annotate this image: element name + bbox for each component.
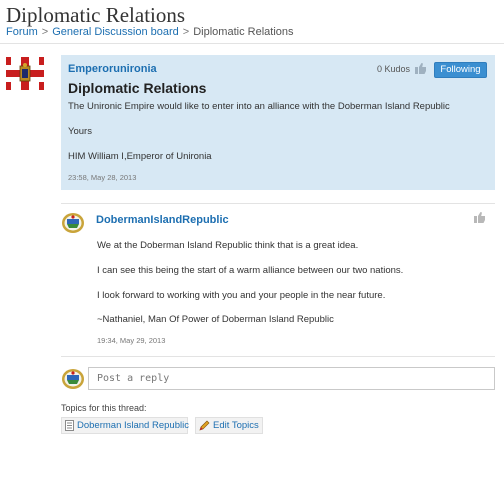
thumbs-up-icon[interactable] — [414, 62, 427, 75]
breadcrumb-separator: > — [41, 26, 49, 38]
breadcrumb-current: Diplomatic Relations — [193, 26, 294, 38]
post-body-line: Yours — [68, 126, 92, 137]
breadcrumb-board-link[interactable]: General Discussion board — [52, 26, 179, 38]
post-subject: Diplomatic Relations — [68, 80, 207, 96]
current-user-avatar — [62, 369, 84, 389]
edit-topics-button[interactable]: Edit Topics — [195, 417, 263, 434]
reply-post: DobermanIslandRepublic We at the Doberma… — [61, 203, 495, 353]
post-body-line: The Unironic Empire would like to enter … — [68, 101, 450, 112]
thumbs-up-icon[interactable] — [473, 211, 486, 224]
reply-body-line: I can see this being the start of a warm… — [97, 265, 404, 276]
post-timestamp: 23:58, May 28, 2013 — [68, 173, 137, 182]
header-divider — [0, 43, 504, 44]
topics-label: Topics for this thread: — [61, 403, 147, 413]
document-icon — [65, 419, 74, 431]
reply-input[interactable]: Post a reply — [88, 367, 495, 390]
reply-divider — [61, 356, 495, 357]
reply-timestamp: 19:34, May 29, 2013 — [97, 336, 166, 345]
post-author-link[interactable]: Emperorunironia — [68, 63, 157, 75]
reply-author-link[interactable]: DobermanIslandRepublic — [96, 214, 229, 226]
reply-body-line: I look forward to working with you and y… — [97, 290, 386, 301]
original-post: Emperorunironia 0 Kudos Following Diplom… — [61, 55, 495, 190]
reply-body-line: We at the Doberman Island Republic think… — [97, 240, 359, 251]
breadcrumb-separator: > — [182, 26, 190, 38]
pencil-icon — [199, 420, 210, 431]
breadcrumb-forum-link[interactable]: Forum — [6, 26, 38, 38]
following-button[interactable]: Following — [434, 62, 487, 78]
breadcrumb: Forum > General Discussion board > Diplomati… — [6, 26, 294, 38]
page-title: Diplomatic Relations — [6, 3, 186, 27]
emperor-flag-avatar[interactable] — [6, 57, 44, 90]
reply-body-line: ~Nathaniel, Man Of Power of Doberman Isl… — [97, 314, 334, 325]
post-body-line: HIM William I,Emperor of Unironia — [68, 151, 212, 162]
topic-tag-label: Doberman Island Republic — [77, 420, 189, 431]
island-emblem-avatar[interactable] — [61, 212, 85, 234]
topic-tag[interactable]: Doberman Island Republic — [61, 417, 189, 434]
edit-topics-label: Edit Topics — [213, 420, 259, 431]
kudos-count: 0 Kudos — [377, 64, 411, 74]
